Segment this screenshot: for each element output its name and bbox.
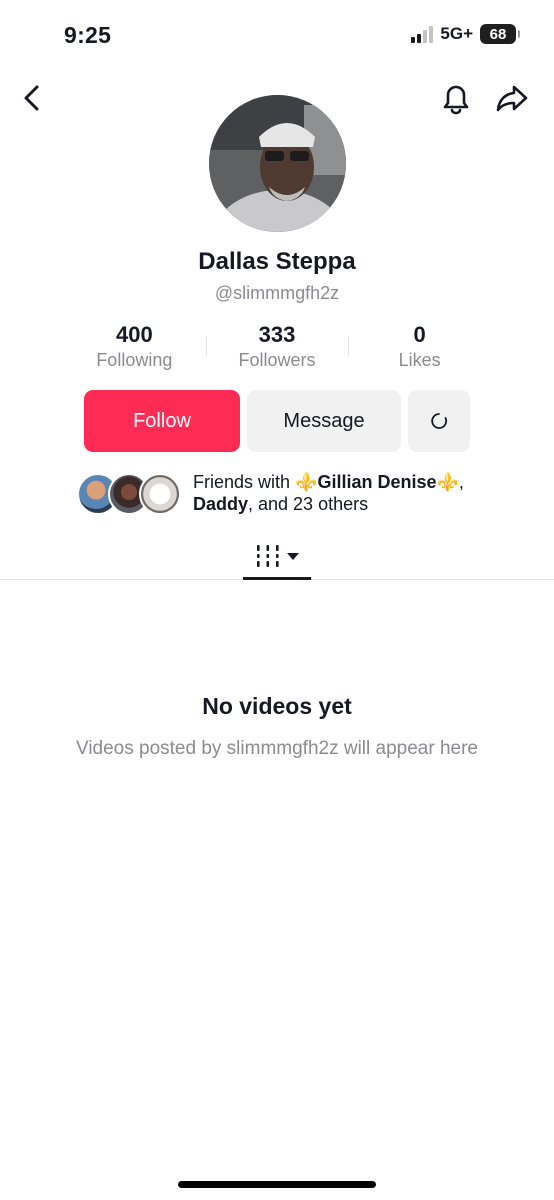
- stat-label: Likes: [398, 350, 441, 370]
- chevron-left-icon: [24, 85, 39, 111]
- empty-state-subtitle: Videos posted by slimmmgfh2z will appear…: [75, 738, 478, 759]
- battery-level: 68: [489, 25, 507, 43]
- bell-icon: [443, 85, 469, 115]
- status-bar: 9:25 5G+ 68: [0, 0, 554, 70]
- stat-likes[interactable]: 0 Likes: [348, 322, 491, 374]
- profile-tabs: [0, 532, 554, 580]
- notifications-button[interactable]: [438, 80, 474, 116]
- status-time: 9:25: [64, 22, 112, 48]
- mutual-friends[interactable]: Friends with ⚜️Gillian Denise⚜️, Daddy, a…: [77, 471, 497, 519]
- message-button[interactable]: Message: [247, 390, 401, 452]
- stat-value: 400: [115, 322, 153, 347]
- friends-separator: ,: [458, 472, 464, 492]
- username: @slimmmgfh2z: [214, 283, 340, 303]
- stat-label: Following: [96, 350, 173, 370]
- tab-videos[interactable]: [243, 532, 311, 580]
- stat-value: 0: [413, 322, 426, 347]
- videos-grid-icon: [256, 545, 279, 567]
- loading-ring-icon: [431, 413, 448, 429]
- profile-avatar[interactable]: [209, 95, 346, 232]
- avatar-photo: [209, 95, 346, 232]
- status-indicators: 5G+ 68: [411, 24, 520, 44]
- friend-name: Daddy: [193, 494, 249, 514]
- home-indicator[interactable]: [178, 1181, 376, 1188]
- follow-button[interactable]: Follow: [84, 390, 240, 452]
- friend-avatars: [77, 473, 183, 515]
- friends-text: Friends with ⚜️Gillian Denise⚜️, Daddy, a…: [193, 471, 503, 515]
- stat-label: Followers: [238, 350, 316, 370]
- stat-followers[interactable]: 333 Followers: [205, 322, 349, 374]
- share-arrow-icon: [496, 85, 528, 112]
- tab-underline: [243, 577, 311, 580]
- cellular-signal-icon: [411, 25, 434, 43]
- friend-name: ⚜️Gillian Denise⚜️: [295, 472, 459, 492]
- empty-state-title: No videos yet: [202, 693, 352, 719]
- share-button[interactable]: [494, 80, 530, 116]
- caret-down-icon: [286, 553, 299, 560]
- stat-following[interactable]: 400 Following: [63, 322, 206, 374]
- friends-suffix: , and 23 others: [248, 494, 369, 514]
- network-type: 5G+: [440, 24, 473, 43]
- stat-value: 333: [258, 322, 296, 347]
- back-button[interactable]: [14, 80, 50, 116]
- friends-prefix: Friends with: [193, 472, 296, 492]
- profile-stats: 400 Following 333 Followers 0 Likes: [63, 322, 491, 374]
- battery-icon: 68: [480, 24, 520, 44]
- friend-avatar: [139, 473, 181, 515]
- suggested-accounts-button[interactable]: [408, 390, 470, 452]
- display-name: Dallas Steppa: [198, 248, 356, 275]
